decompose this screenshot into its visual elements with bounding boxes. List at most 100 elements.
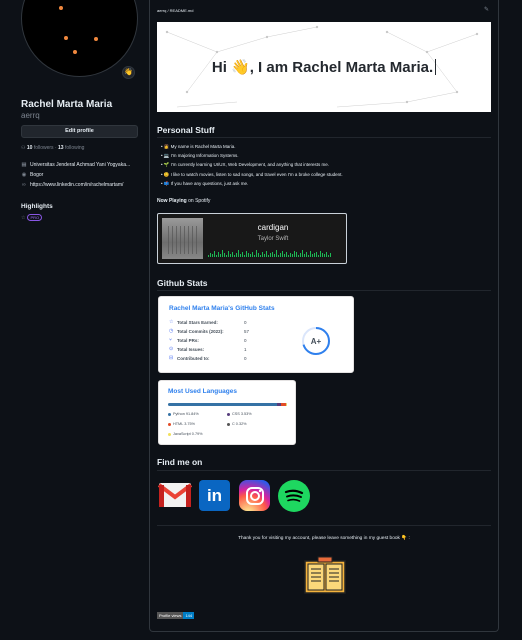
album-cover [162, 218, 203, 259]
visualizer-bar [254, 255, 255, 257]
avatar[interactable] [21, 0, 138, 77]
stat-row: ☆ Total Stars Earned: 0 [169, 319, 247, 325]
star-icon: ☆ [21, 214, 26, 221]
profile-views-badge: Profile views 144 [157, 612, 195, 619]
separator: · [54, 145, 57, 151]
song-title: cardigan [257, 223, 289, 232]
visualizer-bar [288, 255, 289, 257]
find-me-heading: Find me on [157, 457, 203, 467]
visualizer-bar [258, 253, 259, 257]
visualizer-bar [326, 252, 327, 257]
spotify-icon[interactable] [278, 480, 310, 512]
visualizer-bar [272, 252, 273, 257]
github-stats-card[interactable]: Rachel Marta Maria's GitHub Stats ☆ Tota… [158, 296, 354, 373]
profile-username: aerrq [21, 111, 40, 120]
github-stats-heading: Github Stats [157, 278, 208, 288]
profile-link[interactable]: https://www.linkedin.com/in/rachelmartam… [30, 182, 123, 188]
readme-banner: Hi 👋, I am Rachel Marta Maria. [157, 22, 491, 112]
visualizer-bar [214, 251, 215, 257]
stat-row: ◷ Total Commits (2022): 57 [169, 328, 250, 334]
visualizer-bar [274, 254, 275, 257]
followers-label[interactable]: followers [34, 145, 54, 151]
visualizer-bar [230, 254, 231, 257]
visualizer-bar [306, 252, 307, 257]
visualizer-bar [246, 251, 247, 257]
divider [157, 470, 491, 471]
pull-request-icon: ⑂ [169, 337, 173, 343]
visualizer-bar [224, 253, 225, 257]
visualizer-bar [276, 250, 277, 257]
pro-badge: PRO [27, 214, 43, 221]
building-icon: ▦ [21, 162, 27, 168]
instagram-icon[interactable] [239, 480, 270, 511]
language-bar-segment [286, 403, 287, 406]
list-item: 😊 I like to watch movies, listen to sad … [161, 172, 343, 181]
profile-full-name: Rachel Marta Maria [21, 99, 113, 110]
views-label: Profile views [157, 612, 184, 619]
rank-circle: A+ [302, 327, 330, 355]
visualizer-bar [260, 255, 261, 257]
visualizer-bar [208, 255, 209, 257]
language-dot [168, 432, 171, 436]
artist-name: Taylor Swift [257, 236, 289, 242]
location-text: Bogor [30, 172, 44, 178]
issue-icon: ⊙ [169, 346, 174, 352]
visualizer-bar [216, 255, 217, 257]
link-row: ∞ https://www.linkedin.com/in/rachelmart… [21, 182, 123, 188]
language-bar-segment [168, 403, 278, 406]
following-label[interactable]: following [65, 145, 84, 151]
languages-card[interactable]: Most Used Languages Python 91.84% CSS 3.… [158, 380, 296, 445]
personal-stuff-heading: Personal Stuff [157, 125, 215, 135]
visualizer-bar [304, 254, 305, 257]
followers-count[interactable]: 10 [27, 145, 33, 151]
follow-stats: ⚇ 10 followers · 13 following [21, 145, 84, 151]
linkedin-icon[interactable]: in [199, 480, 230, 511]
visualizer-bar [312, 254, 313, 257]
organization-text: Universitas Jenderal Achmad Yani Yogyaka… [30, 162, 131, 168]
language-item: HTML 3.75% [168, 422, 195, 426]
visualizer-bar [266, 251, 267, 257]
visualizer-bar [242, 252, 243, 257]
gmail-icon[interactable] [158, 480, 192, 510]
divider [157, 137, 491, 138]
visualizer-bar [314, 253, 315, 257]
list-item: 📫 If you have any questions, just ask me… [161, 181, 343, 190]
github-stats-title: Rachel Marta Maria's GitHub Stats [169, 305, 275, 312]
visualizer-bar [324, 254, 325, 257]
languages-bar [168, 403, 287, 406]
visualizer-bar [278, 255, 279, 257]
visualizer-bar [252, 252, 253, 257]
rank-grade: A+ [311, 337, 322, 346]
typing-cursor [435, 59, 437, 75]
languages-title: Most Used Languages [168, 388, 237, 395]
language-dot [227, 412, 230, 416]
visualizer-bar [294, 251, 295, 257]
visualizer-bar [300, 253, 301, 257]
language-dot [227, 422, 230, 426]
highlights-row: ☆ PRO [21, 214, 43, 221]
views-count: 144 [183, 612, 195, 619]
visualizer-bar [282, 251, 283, 257]
guest-book-icon[interactable] [301, 556, 349, 598]
visualizer-bar [220, 254, 221, 257]
audio-visualizer [208, 250, 340, 257]
visualizer-bar [236, 253, 237, 257]
visualizer-bar [232, 252, 233, 257]
visualizer-bar [250, 254, 251, 257]
highlights-title: Highlights [21, 203, 53, 210]
pencil-icon[interactable]: ✎ [484, 6, 489, 13]
spotify-now-playing-card[interactable]: cardigan Taylor Swift [157, 213, 347, 264]
banner-title: Hi 👋, I am Rachel Marta Maria. [157, 22, 491, 112]
visualizer-bar [262, 252, 263, 257]
list-item: 🌱 I'm currently learning UI/UX, Web Deve… [161, 162, 343, 171]
now-playing-label: Now Playing on Spotify [157, 198, 211, 204]
location-row: ◉ Bogor [21, 172, 44, 178]
stat-row: ⊙ Total Issues: 1 [169, 346, 247, 352]
list-item: 👩 My name is Rachel Marta Maria. [161, 144, 343, 153]
following-count[interactable]: 13 [58, 145, 64, 151]
edit-profile-button[interactable]: Edit profile [21, 125, 138, 138]
readme-path[interactable]: aerrq / README.md [157, 8, 193, 13]
language-item: Python 91.84% [168, 412, 199, 416]
status-emoji[interactable]: 👋 [122, 66, 135, 79]
visualizer-bar [264, 254, 265, 257]
